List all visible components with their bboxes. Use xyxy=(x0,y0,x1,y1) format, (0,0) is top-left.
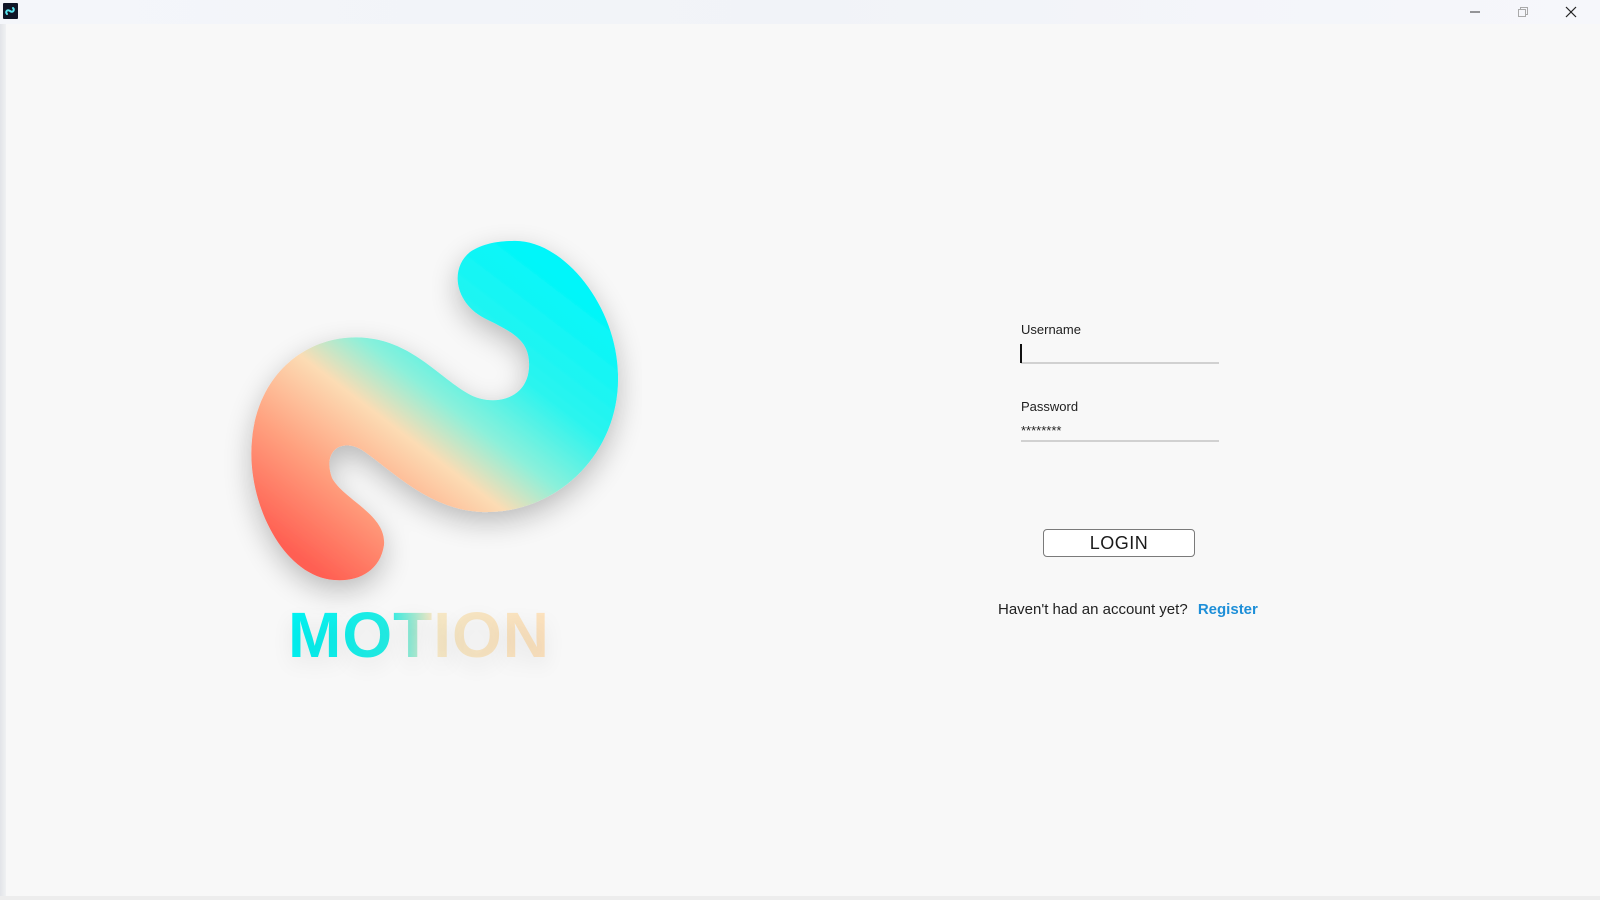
username-input[interactable] xyxy=(1021,342,1219,364)
password-input[interactable] xyxy=(1021,420,1219,442)
register-link[interactable]: Register xyxy=(1198,601,1258,618)
maximize-button[interactable] xyxy=(1500,0,1546,24)
password-label: Password xyxy=(1021,399,1079,414)
minimize-icon xyxy=(1470,11,1480,13)
minimize-button[interactable] xyxy=(1452,0,1498,24)
close-icon xyxy=(1565,6,1577,18)
app-window: MOTION Username Password LOGIN Haven't h… xyxy=(0,0,1600,900)
maximize-icon xyxy=(1518,7,1528,17)
text-caret xyxy=(1020,344,1022,363)
window-left-edge xyxy=(0,24,6,900)
app-icon xyxy=(3,3,18,19)
register-prompt-text: Haven't had an account yet? xyxy=(998,601,1188,618)
login-button[interactable]: LOGIN xyxy=(1043,529,1195,557)
title-bar[interactable] xyxy=(0,0,1600,24)
brand-wordmark: MOTION xyxy=(288,599,550,671)
close-button[interactable] xyxy=(1548,0,1594,24)
register-prompt-row: Haven't had an account yet? Register xyxy=(998,601,1258,618)
username-label: Username xyxy=(1021,322,1081,337)
window-bottom-edge xyxy=(0,896,1600,900)
